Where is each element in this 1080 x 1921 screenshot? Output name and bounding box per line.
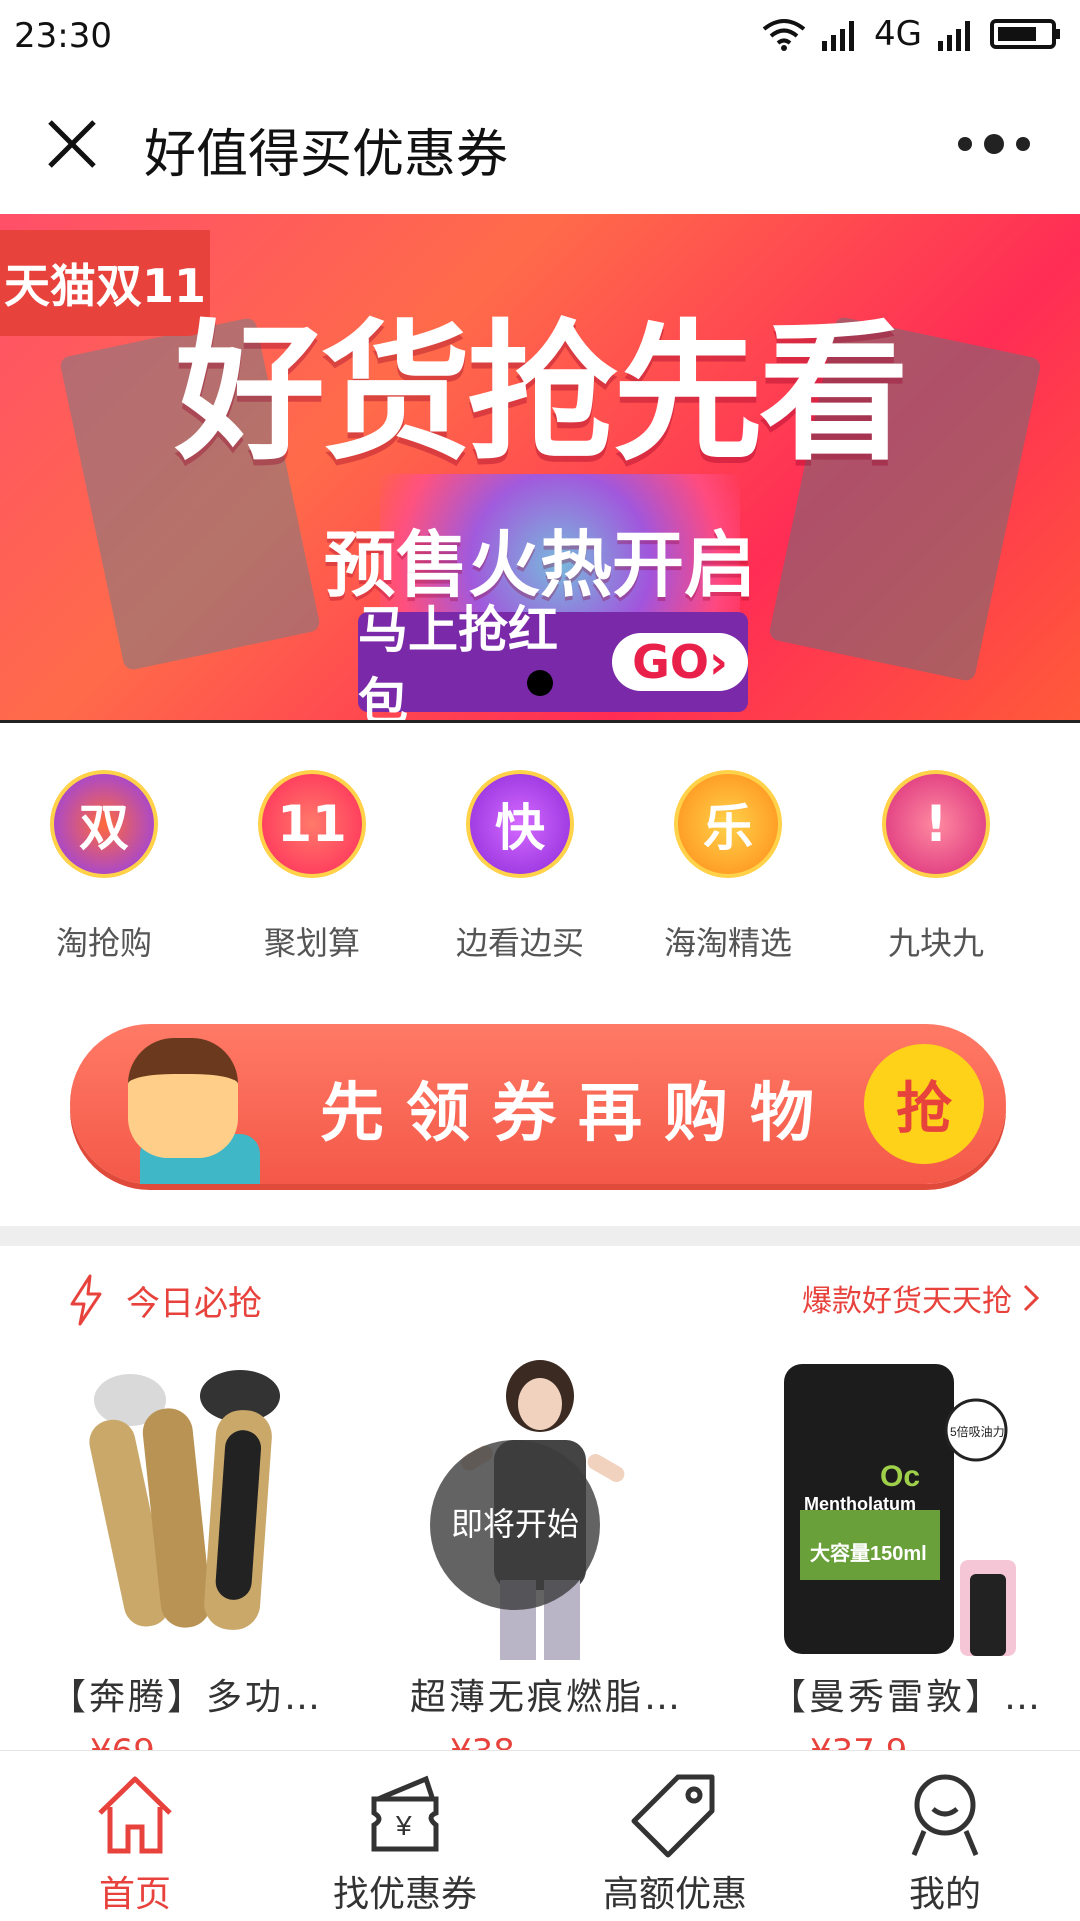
section-more-label: 爆款好货天天抢	[802, 1284, 1012, 1319]
mascot-icon	[128, 1038, 238, 1158]
banner-cta-label: 马上抢红包	[358, 601, 558, 722]
signal-icon	[822, 21, 855, 51]
eleven-icon: 11	[258, 770, 366, 878]
product-name: 超薄无痕燃脂…	[410, 1677, 684, 1718]
category-item[interactable]: ! 九块九	[832, 770, 1040, 970]
face-wash-brand: Mentholatum	[804, 1494, 916, 1514]
category-label: 边看边买	[455, 924, 584, 962]
banner-go-label: GO›	[612, 633, 748, 691]
category-item[interactable]: 双 淘抢购	[0, 770, 208, 970]
face-wash-image: Oc Mentholatum 大容量150ml 5倍吸油力	[784, 1364, 1016, 1656]
section-more-link[interactable]: 爆款好货天天抢	[802, 1276, 1040, 1320]
divider	[0, 720, 1080, 723]
category-item[interactable]: 乐 海淘精选	[624, 770, 832, 970]
page-title: 好值得买优惠券	[144, 125, 509, 185]
product-card[interactable]: Oc Mentholatum 大容量150ml 5倍吸油力 【曼秀雷敦】… ¥3…	[720, 1360, 1080, 1772]
tab-label: 找优惠券	[332, 1874, 477, 1915]
double-icon: 双	[50, 770, 158, 878]
section-divider	[0, 1226, 1080, 1246]
tab-label: 高额优惠	[602, 1874, 747, 1915]
coming-soon-badge: 即将开始	[430, 1440, 600, 1610]
tab-home[interactable]: 首页	[0, 1751, 270, 1921]
promo-banner[interactable]: 天猫双11 好货抢先看 预售火热开启 马上抢红包 GO›	[0, 214, 1080, 722]
product-card[interactable]: 【奔腾】多功… ¥69	[0, 1360, 360, 1772]
product-name: 【曼秀雷敦】…	[770, 1677, 1044, 1718]
section-header: 今日必抢 爆款好货天天抢	[0, 1250, 1080, 1350]
lightning-icon	[70, 1274, 102, 1326]
grab-button[interactable]: 抢	[864, 1044, 984, 1164]
chevron-right-icon	[1023, 1284, 1040, 1312]
wifi-icon	[762, 19, 806, 51]
product-list: 【奔腾】多功… ¥69 即将开始 超薄无痕燃脂… ¥38 Oc Menthola…	[0, 1360, 1080, 1772]
svg-text:¥: ¥	[395, 1810, 412, 1841]
category-label: 淘抢购	[55, 924, 152, 962]
signal-icon-2	[938, 21, 970, 51]
bottom-tab-bar: 首页 ¥ 找优惠券 高额优惠 我的	[0, 1750, 1080, 1921]
category-item[interactable]: 快 边看边买	[416, 770, 624, 970]
category-row: 双 淘抢购 11 聚划算 快 边看边买 乐 海淘精选 ! 九块九	[0, 770, 1080, 970]
status-time: 23:30	[14, 16, 112, 56]
face-wash-oc: Oc	[880, 1460, 920, 1493]
tab-label: 首页	[98, 1874, 171, 1915]
face-wash-badge: 5倍吸油力	[950, 1424, 1005, 1439]
user-icon	[911, 1774, 979, 1856]
coupon-banner-text: 先领券再购物	[320, 1077, 836, 1151]
category-item[interactable]: 11 聚划算	[208, 770, 416, 970]
nav-bar: 好值得买优惠券	[0, 78, 1080, 210]
shaver-image	[89, 1370, 280, 1630]
fast-icon: 快	[466, 770, 574, 878]
tag-icon	[631, 1774, 715, 1858]
battery-icon	[990, 19, 1060, 49]
section-title: 今日必抢	[126, 1284, 262, 1324]
tab-high-discount[interactable]: 高额优惠	[540, 1751, 810, 1921]
status-bar: 23:30 4G	[0, 0, 1080, 78]
coupon-banner[interactable]: 先领券再购物 抢	[70, 1024, 1006, 1184]
category-label: 海淘精选	[663, 924, 792, 962]
joy-icon: 乐	[674, 770, 782, 878]
tab-label: 我的	[908, 1874, 981, 1915]
banner-cta-button[interactable]: 马上抢红包 GO›	[358, 601, 748, 722]
status-icons: 4G	[762, 14, 1062, 54]
home-icon	[98, 1776, 172, 1854]
category-label: 九块九	[887, 924, 984, 962]
exclamation-icon: !	[882, 770, 990, 878]
face-wash-tag: 大容量150ml	[810, 1541, 927, 1565]
tab-mine[interactable]: 我的	[810, 1751, 1080, 1921]
ticket-icon: ¥	[371, 1775, 439, 1852]
product-name: 【奔腾】多功…	[50, 1677, 324, 1718]
category-label: 聚划算	[263, 924, 360, 962]
more-menu-icon[interactable]	[958, 134, 1030, 154]
close-icon[interactable]	[44, 116, 100, 172]
network-type: 4G	[874, 14, 922, 54]
carousel-indicator[interactable]	[527, 670, 553, 696]
banner-headline: 好货抢先看	[174, 307, 909, 481]
product-card[interactable]: 即将开始 超薄无痕燃脂… ¥38	[360, 1360, 720, 1772]
tab-find-coupons[interactable]: ¥ 找优惠券	[270, 1751, 540, 1921]
